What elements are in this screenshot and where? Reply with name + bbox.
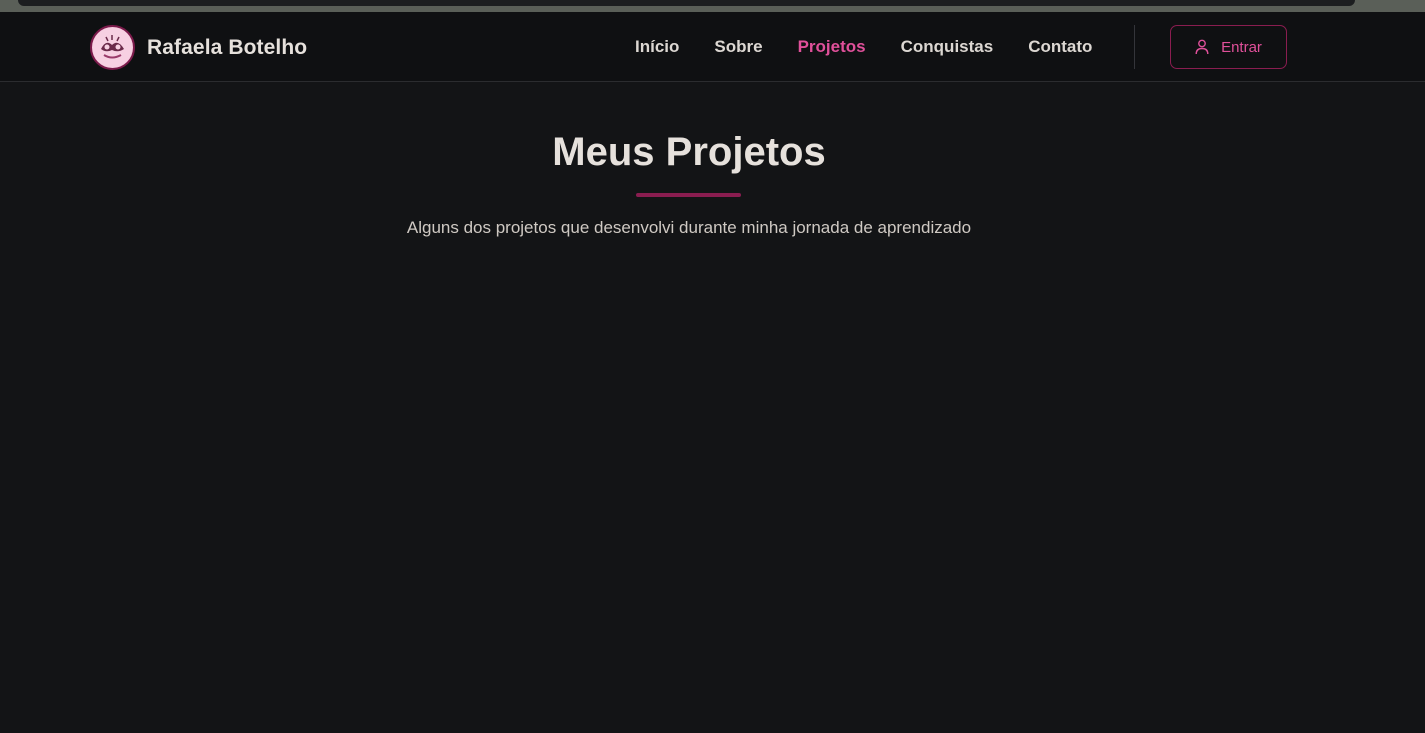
navbar: Rafaela Botelho Início Sobre Projetos Co…	[0, 12, 1425, 82]
avatar	[90, 25, 135, 70]
nav-link-sobre[interactable]: Sobre	[714, 37, 762, 57]
browser-top-strip	[0, 0, 1425, 12]
nav-link-inicio[interactable]: Início	[635, 37, 679, 57]
browser-tab-bar	[18, 0, 1355, 6]
brand-link[interactable]: Rafaela Botelho	[90, 25, 307, 70]
login-button[interactable]: Entrar	[1170, 25, 1287, 69]
page-title: Meus Projetos	[552, 130, 826, 174]
user-icon	[1195, 39, 1209, 55]
nav-link-contato[interactable]: Contato	[1028, 37, 1092, 57]
main-nav: Início Sobre Projetos Conquistas Contato	[635, 12, 1127, 82]
nav-link-conquistas[interactable]: Conquistas	[901, 37, 994, 57]
nav-link-projetos[interactable]: Projetos	[798, 37, 866, 57]
brand-name: Rafaela Botelho	[147, 35, 308, 59]
avatar-illustration-icon	[92, 27, 133, 68]
login-label: Entrar	[1221, 38, 1262, 56]
title-underline	[636, 193, 741, 197]
projects-section: Meus Projetos Alguns dos projetos que de…	[0, 83, 1425, 733]
page-subtitle: Alguns dos projetos que desenvolvi duran…	[406, 218, 972, 237]
nav-divider	[1134, 25, 1135, 69]
